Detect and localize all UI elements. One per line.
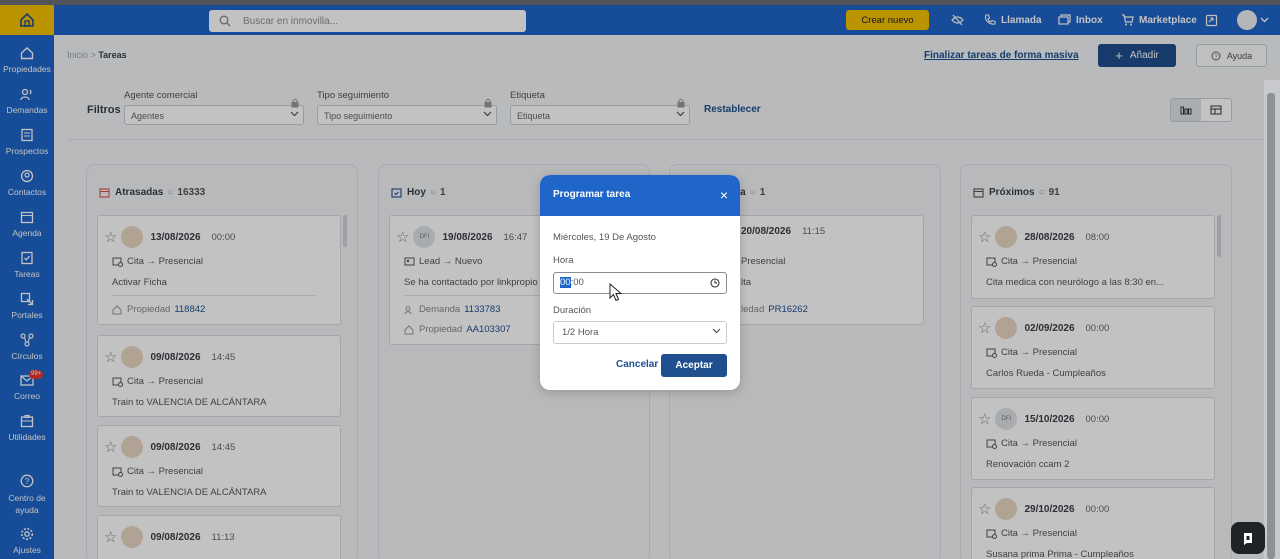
mouse-cursor-icon <box>609 283 622 302</box>
hour-label: Hora <box>553 255 574 266</box>
hour-selected-segment[interactable]: 00 <box>560 277 571 288</box>
duration-label: Duración <box>553 305 592 316</box>
close-icon[interactable]: × <box>720 187 728 203</box>
chat-widget-button[interactable] <box>1231 522 1265 554</box>
hour-rest: :00 <box>570 277 584 288</box>
chevron-down-icon <box>712 328 721 334</box>
cancel-button[interactable]: Cancelar <box>616 359 658 370</box>
dialog-header: Programar tarea × <box>540 175 740 216</box>
chat-logo-icon <box>1244 533 1252 545</box>
duration-select[interactable]: 1/2 Hora <box>553 321 727 344</box>
dialog-date: Miércoles, 19 De Agosto <box>553 232 656 243</box>
hour-input[interactable]: 00:00 <box>553 272 727 294</box>
accept-button[interactable]: Aceptar <box>661 354 727 377</box>
page-scrollbar-thumb[interactable] <box>1267 93 1275 559</box>
dialog-title: Programar tarea <box>553 189 631 200</box>
schedule-task-dialog: Programar tarea × Miércoles, 19 De Agost… <box>540 175 740 390</box>
duration-value: 1/2 Hora <box>562 327 599 338</box>
clock-icon[interactable] <box>710 278 720 288</box>
